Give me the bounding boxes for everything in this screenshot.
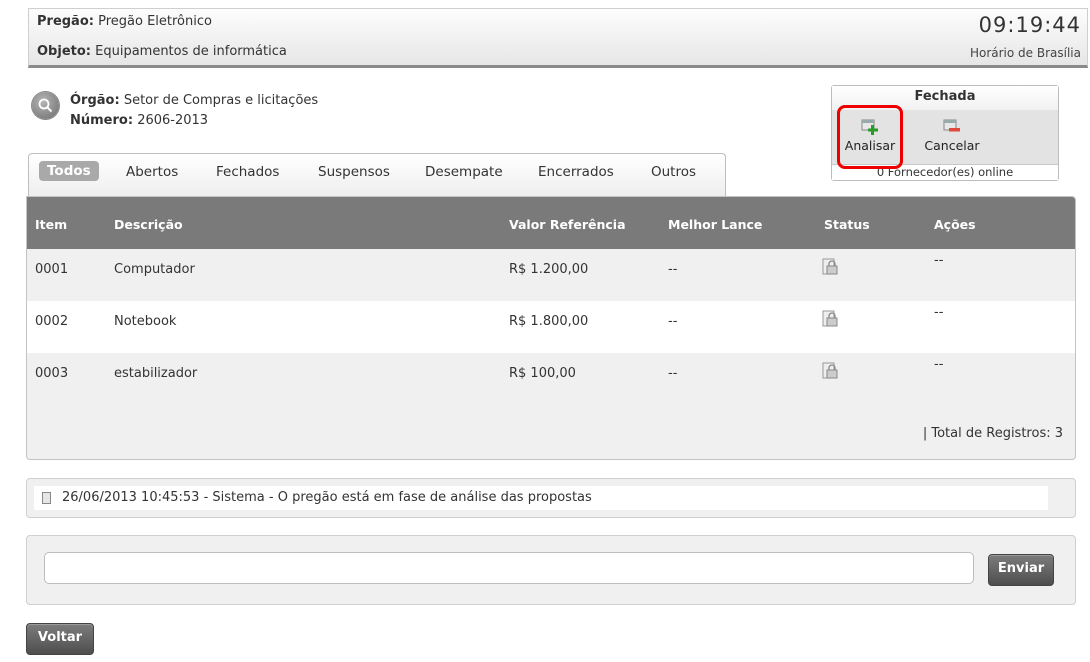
table-row[interactable]: 0001 Computador R$ 1.200,00 -- -- — [27, 249, 1075, 301]
magnifier-icon — [32, 92, 59, 119]
status-title: Fechada — [832, 86, 1058, 111]
tab-outros[interactable]: Outros — [651, 164, 696, 180]
fornecedores-online: 0 Fornecedor(es) online — [832, 164, 1058, 180]
voltar-button[interactable]: Voltar — [26, 623, 94, 655]
cancelar-button[interactable]: Cancelar — [922, 112, 982, 153]
tab-suspensos[interactable]: Suspensos — [318, 164, 390, 180]
orgao-value: Setor de Compras e licitações — [123, 93, 319, 108]
pregao-label: Pregão: — [37, 14, 94, 29]
tab-abertos[interactable]: Abertos — [126, 164, 178, 180]
row-lance: -- — [668, 262, 678, 277]
row-item: 0001 — [35, 262, 69, 277]
total-registros: | Total de Registros: 3 — [922, 426, 1063, 441]
cancelar-label: Cancelar — [924, 138, 980, 153]
objeto-line: Objeto: Equipamentos de informática — [37, 44, 287, 59]
analisar-button[interactable]: Analisar — [842, 112, 898, 153]
row-item: 0002 — [35, 314, 69, 329]
top-bar: Pregão: Pregão Eletrônico Objeto: Equipa… — [28, 8, 1088, 68]
row-lance: -- — [668, 314, 678, 329]
clock: 09:19:44 — [978, 13, 1081, 37]
row-descricao: Computador — [114, 262, 195, 277]
tab-todos[interactable]: Todos — [39, 161, 99, 181]
orgao-line: Órgão: Setor de Compras e licitações — [70, 93, 318, 108]
row-acoes: -- — [934, 357, 944, 372]
table-row[interactable]: 0003 estabilizador R$ 100,00 -- -- — [27, 353, 1075, 405]
enviar-button[interactable]: Enviar — [988, 554, 1054, 586]
message-input[interactable] — [44, 552, 974, 584]
numero-value: 2606-2013 — [137, 113, 209, 128]
numero-line: Número: 2606-2013 — [70, 113, 208, 128]
row-item: 0003 — [35, 366, 69, 381]
row-valor: R$ 100,00 — [509, 366, 576, 381]
col-acoes: Ações — [934, 217, 976, 232]
row-acoes: -- — [934, 253, 944, 268]
cancel-minus-icon — [943, 118, 961, 136]
tab-encerrados[interactable]: Encerrados — [538, 164, 614, 180]
col-item: Item — [35, 217, 68, 232]
send-panel: Enviar — [26, 535, 1076, 605]
pregao-line: Pregão: Pregão Eletrônico — [37, 14, 212, 29]
numero-label: Número: — [70, 113, 134, 128]
lock-document-icon — [822, 258, 838, 275]
col-status: Status — [824, 217, 870, 232]
items-table: Item Descrição Valor Referência Melhor L… — [26, 196, 1076, 460]
row-valor: R$ 1.200,00 — [509, 262, 589, 277]
row-descricao: Notebook — [114, 314, 177, 329]
message-panel: 26/06/2013 10:45:53 - Sistema - O pregão… — [26, 478, 1076, 518]
table-header: Item Descrição Valor Referência Melhor L… — [27, 197, 1075, 249]
document-icon — [42, 492, 51, 504]
analisar-label: Analisar — [844, 138, 896, 153]
orgao-label: Órgão: — [70, 93, 120, 108]
tab-fechados[interactable]: Fechados — [216, 164, 279, 180]
add-plus-icon — [861, 118, 879, 136]
tab-bar: Todos Abertos Fechados Suspensos Desempa… — [28, 153, 726, 197]
status-box: Fechada Analisar Cancelar 0 Fornecedor(e… — [831, 85, 1059, 181]
lock-document-icon — [822, 310, 838, 327]
row-lance: -- — [668, 366, 678, 381]
message-item: 26/06/2013 10:45:53 - Sistema - O pregão… — [34, 486, 1048, 510]
row-valor: R$ 1.800,00 — [509, 314, 589, 329]
col-descricao: Descrição — [114, 217, 183, 232]
message-text: 26/06/2013 10:45:53 - Sistema - O pregão… — [62, 490, 592, 505]
row-descricao: estabilizador — [114, 366, 198, 381]
table-row[interactable]: 0002 Notebook R$ 1.800,00 -- -- — [27, 301, 1075, 353]
objeto-label: Objeto: — [37, 44, 91, 59]
col-melhor-lance: Melhor Lance — [668, 217, 763, 232]
objeto-value: Equipamentos de informática — [95, 44, 287, 59]
pregao-value: Pregão Eletrônico — [98, 14, 212, 29]
lock-document-icon — [822, 362, 838, 379]
row-acoes: -- — [934, 305, 944, 320]
timezone-label: Horário de Brasília — [969, 46, 1081, 60]
tab-desempate[interactable]: Desempate — [425, 164, 503, 180]
col-valor-referencia: Valor Referência — [509, 217, 626, 232]
status-actions: Analisar Cancelar — [832, 110, 1058, 166]
